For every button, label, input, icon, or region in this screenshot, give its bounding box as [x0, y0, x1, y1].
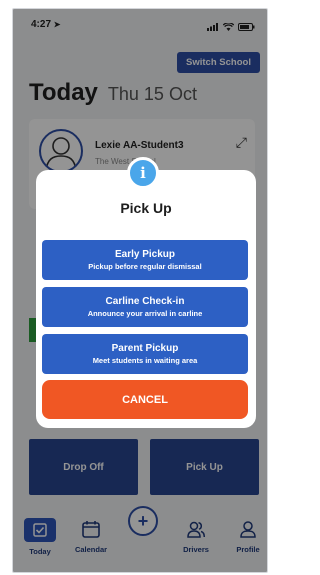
cancel-button[interactable]: CANCEL: [42, 380, 248, 419]
pick-up-dialog: Pick Up Early Pickup Pickup before regul…: [36, 170, 256, 428]
parent-pickup-label: Parent Pickup: [111, 343, 179, 354]
parent-pickup-sub: Meet students in waiting area: [92, 356, 198, 365]
carline-checkin-button[interactable]: Carline Check-in Announce your arrival i…: [42, 287, 248, 327]
phone-screen: 4:27 ➤ Switch School Today Thu 15 Oct Le…: [12, 8, 268, 573]
dialog-title: Pick Up: [120, 200, 172, 216]
early-pickup-sub: Pickup before regular dismissal: [88, 262, 202, 271]
carline-checkin-sub: Announce your arrival in carline: [87, 309, 203, 318]
early-pickup-button[interactable]: Early Pickup Pickup before regular dismi…: [42, 240, 248, 280]
carline-checkin-label: Carline Check-in: [105, 296, 185, 307]
info-icon: i: [127, 157, 159, 189]
parent-pickup-button[interactable]: Parent Pickup Meet students in waiting a…: [42, 334, 248, 374]
early-pickup-label: Early Pickup: [114, 249, 176, 260]
